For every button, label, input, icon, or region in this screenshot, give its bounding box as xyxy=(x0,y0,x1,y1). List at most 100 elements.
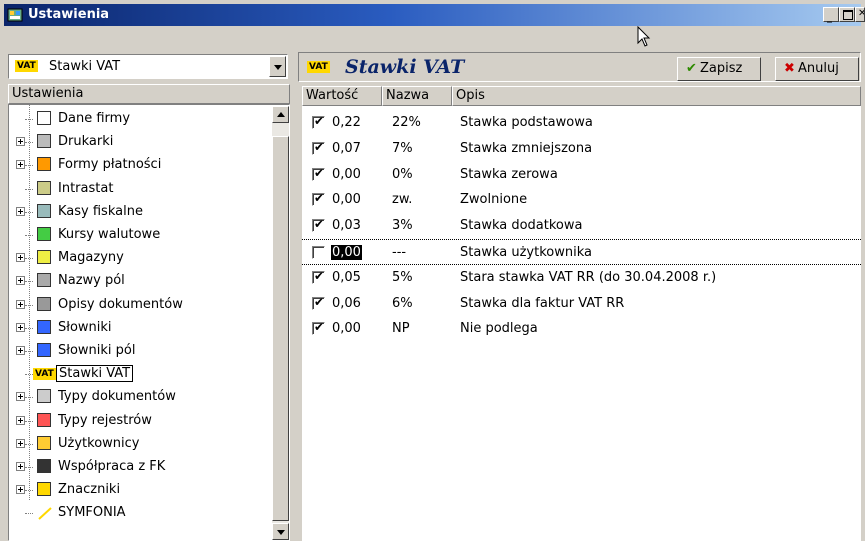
expand-plus-icon[interactable] xyxy=(16,160,25,170)
table-row[interactable]: ✔ 0,00 NP Nie podlega xyxy=(302,316,861,342)
tree-item[interactable]: Słowniki xyxy=(9,318,269,338)
tree-scrollbar[interactable] xyxy=(272,106,289,540)
intrastat-icon xyxy=(37,180,51,195)
rate-value[interactable]: 0,00 xyxy=(332,192,361,207)
check-icon: ✔ xyxy=(314,268,325,283)
rate-description: Stawka podstawowa xyxy=(460,115,593,130)
section-combo[interactable]: VAT Stawki VAT xyxy=(8,54,288,79)
column-header-name[interactable]: Nazwa xyxy=(382,86,452,106)
rate-value[interactable]: 0,03 xyxy=(332,218,361,233)
rate-value[interactable]: 0,05 xyxy=(332,270,361,285)
tree-item[interactable]: Drukarki xyxy=(9,132,269,152)
table-row[interactable]: 0,00 --- Stawka użytkownika xyxy=(302,239,861,265)
tree-item-label: Dane firmy xyxy=(58,111,131,126)
combo-dropdown-button[interactable] xyxy=(269,56,286,77)
tree-item[interactable]: Kursy walutowe xyxy=(9,225,269,245)
expand-plus-icon[interactable] xyxy=(16,346,25,355)
save-label: Zapisz xyxy=(700,61,743,76)
expand-plus-icon[interactable] xyxy=(16,485,25,495)
tree-item[interactable]: Formy płatności xyxy=(9,155,269,175)
table-row[interactable]: ✔ 0,22 22% Stawka podstawowa xyxy=(302,110,861,136)
maximize-icon xyxy=(843,10,853,20)
tree-connector xyxy=(25,513,33,515)
rate-name: zw. xyxy=(392,192,413,208)
tree-item[interactable]: Typy dokumentów xyxy=(9,387,269,407)
tree-item[interactable]: Użytkownicy xyxy=(9,434,269,454)
table-row[interactable]: ✔ 0,00 zw. Zwolnione xyxy=(302,187,861,213)
rate-description: Stawka dla faktur VAT RR xyxy=(460,295,625,311)
tree-connector xyxy=(25,397,33,399)
cancel-button[interactable]: ✖ Anuluj xyxy=(775,57,859,81)
tree-item[interactable]: Dane firmy xyxy=(9,109,269,129)
rate-value[interactable]: 0,00 xyxy=(331,245,362,260)
table-row[interactable]: ✔ 0,00 0% Stawka zerowa xyxy=(302,162,861,188)
expand-plus-icon[interactable] xyxy=(16,253,25,263)
table-row[interactable]: ✔ 0,07 7% Stawka zmniejszona xyxy=(302,136,861,162)
close-button[interactable]: ✕ xyxy=(855,7,865,22)
row-checkbox[interactable]: ✔ xyxy=(312,166,325,181)
table-row[interactable]: ✔ 0,06 6% Stawka dla faktur VAT RR xyxy=(302,291,861,317)
tree-item[interactable]: Kasy fiskalne xyxy=(9,202,269,222)
rate-value[interactable]: 0,00 xyxy=(332,167,361,182)
row-checkbox[interactable]: ✔ xyxy=(312,217,325,233)
tree-item[interactable]: Nazwy pól xyxy=(9,271,269,291)
column-header-description[interactable]: Opis xyxy=(452,86,861,106)
expand-plus-icon[interactable] xyxy=(16,299,25,309)
expand-plus-icon[interactable] xyxy=(16,415,25,425)
row-checkbox[interactable]: ✔ xyxy=(312,140,325,155)
close-icon: ✕ xyxy=(858,8,864,19)
save-button[interactable]: ✔ Zapisz xyxy=(677,57,761,81)
expand-plus-icon[interactable] xyxy=(16,322,25,332)
tree-item[interactable]: Typy rejestrów xyxy=(9,411,269,431)
row-checkbox[interactable] xyxy=(312,246,325,259)
tree-item[interactable]: Słowniki pól xyxy=(9,341,269,361)
row-checkbox[interactable]: ✔ xyxy=(312,268,325,284)
expand-plus-icon[interactable] xyxy=(16,206,25,216)
table-row[interactable]: ✔ 0,05 5% Stara stawka VAT RR (do 30.04.200… xyxy=(302,265,861,291)
tree-item[interactable]: Znaczniki xyxy=(9,480,269,500)
row-checkbox[interactable]: ✔ xyxy=(312,191,325,207)
window-title: Ustawienia xyxy=(28,7,110,22)
tree-header[interactable]: Ustawienia xyxy=(8,84,290,104)
rate-value[interactable]: 0,06 xyxy=(332,296,361,311)
tree-item[interactable]: Współpraca z FK xyxy=(9,457,269,477)
row-checkbox[interactable]: ✔ xyxy=(312,320,325,336)
tree-connector xyxy=(25,188,33,190)
scroll-up-button[interactable] xyxy=(272,106,289,123)
scroll-down-button[interactable] xyxy=(272,523,289,540)
tree-item-label: Kasy fiskalne xyxy=(58,203,143,219)
row-checkbox[interactable]: ✔ xyxy=(312,295,325,310)
expand-plus-icon[interactable] xyxy=(16,276,25,286)
maximize-button[interactable] xyxy=(839,7,855,22)
printer-icon xyxy=(37,134,51,149)
tree-item[interactable]: Intrastat xyxy=(9,179,269,199)
scroll-thumb[interactable] xyxy=(272,136,289,521)
rate-value[interactable]: 0,22 xyxy=(332,115,361,130)
tree-item-label: Słowniki xyxy=(58,319,112,335)
expand-plus-icon[interactable] xyxy=(16,462,25,471)
row-checkbox[interactable]: ✔ xyxy=(312,114,325,129)
tree-connector xyxy=(25,258,33,260)
form-icon xyxy=(37,111,51,125)
rate-value[interactable]: 0,00 xyxy=(332,321,361,336)
minimize-button[interactable]: _ xyxy=(823,7,839,23)
column-header-value[interactable]: Wartość xyxy=(302,86,382,106)
settings-window: Ustawienia _ ✕ VAT Stawki VAT Ustawienia… xyxy=(0,0,865,541)
tree-item-label: Kursy walutowe xyxy=(58,227,161,242)
expand-plus-icon[interactable] xyxy=(16,392,25,402)
tree-item-label: Typy rejestrów xyxy=(58,412,152,428)
tree-item[interactable]: SYMFONIA xyxy=(9,503,269,523)
tree-item[interactable]: Magazyny xyxy=(9,248,269,268)
table-row[interactable]: ✔ 0,03 3% Stawka dodatkowa xyxy=(302,213,861,239)
payment-icon xyxy=(37,157,51,172)
rate-value[interactable]: 0,07 xyxy=(332,141,361,156)
splitter[interactable] xyxy=(294,48,298,541)
expand-plus-icon[interactable] xyxy=(16,137,25,147)
tree-item[interactable]: Opisy dokumentów xyxy=(9,295,269,315)
tree-connector xyxy=(25,235,33,236)
cancel-label: Anuluj xyxy=(798,61,839,76)
rate-description: Zwolnione xyxy=(460,192,528,208)
expand-plus-icon[interactable] xyxy=(16,438,25,448)
title-bar[interactable]: Ustawienia _ ✕ xyxy=(4,4,865,26)
tree-item[interactable]: VAT Stawki VAT xyxy=(9,364,269,384)
